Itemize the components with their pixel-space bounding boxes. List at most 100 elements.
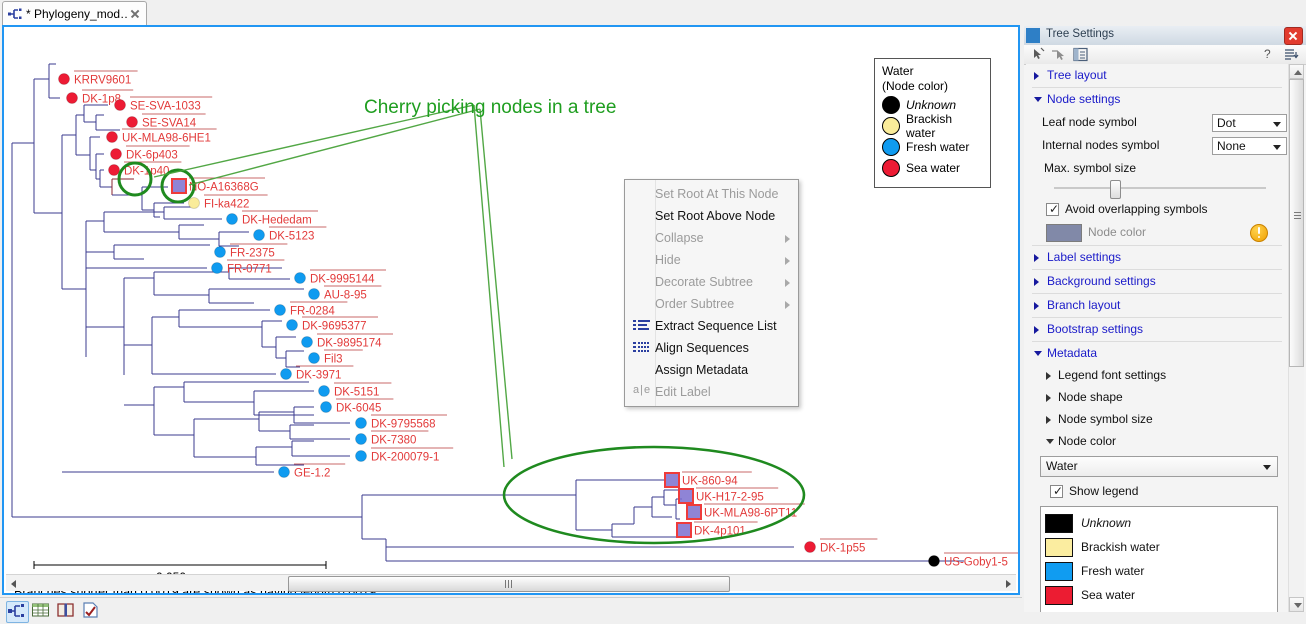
tree-node-marker[interactable] [67, 93, 78, 104]
tree-leaf-label[interactable]: UK-MLA98-6HE1 [122, 133, 211, 145]
context-menu-item[interactable]: Assign Metadata [625, 359, 798, 381]
subsection-node-symbol-size[interactable]: Node symbol size [1032, 409, 1282, 431]
row-avoid-overlapping[interactable]: ✓ Avoid overlapping symbols [1032, 199, 1282, 221]
horizontal-scroll-thumb[interactable] [288, 576, 730, 592]
section-node-settings[interactable]: Node settings [1032, 88, 1282, 111]
book-view-button[interactable] [56, 601, 77, 621]
subsection-node-shape[interactable]: Node shape [1032, 387, 1282, 409]
tree-node-marker[interactable] [227, 214, 238, 225]
tree-node-marker[interactable] [59, 74, 70, 85]
tree-leaf-label[interactable]: Fil3 [324, 354, 343, 366]
report-view-button[interactable] [81, 601, 102, 621]
panel-legend-color-swatch[interactable] [1045, 586, 1073, 605]
tree-leaf-label[interactable]: UK-H17-2-95 [696, 492, 764, 504]
tree-node-marker[interactable] [356, 451, 367, 462]
tree-leaf-label[interactable]: FR-2375 [230, 248, 275, 260]
max-symbol-size-slider[interactable] [1032, 177, 1282, 199]
tree-node-marker[interactable] [107, 132, 118, 143]
tree-node-marker[interactable] [127, 117, 138, 128]
cursor-deselect-icon[interactable] [1051, 47, 1068, 62]
node-color-swatch[interactable] [1046, 224, 1082, 242]
tree-node-marker[interactable] [295, 273, 306, 284]
panel-legend-item[interactable]: Fresh water [1045, 559, 1277, 583]
tree-node-marker[interactable] [111, 149, 122, 160]
tree-leaf-label[interactable]: US-Goby1-5 [944, 557, 1008, 569]
subsection-node-color[interactable]: Node color [1032, 431, 1282, 453]
tree-leaf-label[interactable]: GE-1.2 [294, 468, 330, 480]
section-metadata[interactable]: Metadata [1032, 342, 1282, 365]
slider-thumb[interactable] [1110, 180, 1121, 199]
tree-node-marker[interactable] [356, 418, 367, 429]
scroll-left-icon[interactable] [6, 575, 22, 591]
tree-node-marker[interactable] [929, 556, 940, 567]
tree-leaf-label[interactable]: DK-6p403 [126, 150, 178, 162]
tree-node-marker[interactable] [212, 263, 223, 274]
tree-view-button[interactable] [6, 601, 29, 623]
panel-legend-color-swatch[interactable] [1045, 514, 1073, 533]
tree-leaf-label[interactable]: UK-MLA98-6PT11 [704, 508, 797, 520]
panel-docking-icon[interactable] [1072, 47, 1089, 62]
context-menu-item[interactable]: Extract Sequence List [625, 315, 798, 337]
tree-node-marker[interactable] [319, 386, 330, 397]
tree-leaf-label[interactable]: FR-0284 [290, 306, 335, 318]
context-menu-item[interactable]: Set Root Above Node [625, 205, 798, 227]
leaf-node-symbol-select[interactable]: Dot [1212, 114, 1287, 132]
scroll-right-icon[interactable] [1000, 575, 1016, 591]
panel-legend-item[interactable]: Brackish water [1045, 535, 1277, 559]
tree-node-marker[interactable] [687, 505, 701, 519]
avoid-overlapping-checkbox[interactable]: ✓ [1046, 203, 1059, 216]
panel-legend-color-swatch[interactable] [1045, 538, 1073, 557]
tree-node-marker[interactable] [172, 179, 186, 193]
table-view-button[interactable] [31, 601, 52, 621]
panel-legend-item[interactable]: Unknown [1045, 511, 1277, 535]
show-legend-checkbox[interactable]: ✓ [1050, 485, 1063, 498]
tree-leaf-label[interactable]: AU-8-95 [324, 290, 367, 302]
tree-node-marker[interactable] [275, 305, 286, 316]
close-icon[interactable] [128, 7, 142, 21]
internal-nodes-symbol-select[interactable]: None [1212, 137, 1287, 155]
section-label-settings[interactable]: Label settings [1032, 245, 1282, 270]
tree-leaf-label[interactable]: DK-7380 [371, 435, 416, 447]
tree-leaf-label[interactable]: SE-SVA-1033 [130, 101, 201, 113]
tree-leaf-label[interactable]: FI-ka422 [204, 199, 249, 211]
tree-leaf-label[interactable]: UK-860-94 [682, 476, 738, 488]
node-context-menu[interactable]: Set Root At This NodeSet Root Above Node… [624, 179, 799, 407]
panel-scroll-thumb[interactable] [1289, 79, 1304, 367]
tree-leaf-label[interactable]: DK-6045 [336, 403, 381, 415]
tree-node-marker[interactable] [254, 230, 265, 241]
row-show-legend[interactable]: ✓ Show legend [1036, 481, 1282, 503]
context-menu-item[interactable]: Align Sequences [625, 337, 798, 359]
tree-node-marker[interactable] [287, 320, 298, 331]
metadata-node-color-select[interactable]: Water [1040, 456, 1278, 477]
section-background-settings[interactable]: Background settings [1032, 270, 1282, 294]
tree-node-marker[interactable] [302, 337, 313, 348]
tree-node-marker[interactable] [309, 289, 320, 300]
tree-leaf-label[interactable]: DK-5123 [269, 231, 314, 243]
tree-node-marker[interactable] [665, 473, 679, 487]
panel-vertical-scrollbar[interactable] [1288, 64, 1304, 612]
tree-leaf-label[interactable]: DK-5151 [334, 387, 379, 399]
tab-phylogeny[interactable]: * Phylogeny_mod… [2, 1, 147, 25]
subsection-legend-font-settings[interactable]: Legend font settings [1032, 365, 1282, 387]
tree-leaf-label[interactable]: DK-200079-1 [371, 452, 439, 464]
tree-node-marker[interactable] [109, 165, 120, 176]
tree-leaf-label[interactable]: DK-9895174 [317, 338, 382, 350]
scroll-down-icon[interactable] [1289, 597, 1304, 612]
tree-leaf-label[interactable]: NO-A16368G [189, 182, 259, 194]
tree-leaf-label[interactable]: DK-1p55 [820, 543, 865, 555]
tree-node-marker[interactable] [805, 542, 816, 553]
tree-leaf-label[interactable]: SE-SVA14 [142, 118, 197, 130]
help-icon[interactable]: ? [1264, 47, 1276, 62]
tree-node-marker[interactable] [215, 247, 226, 258]
cursor-select-icon[interactable] [1030, 47, 1047, 62]
panel-legend-color-swatch[interactable] [1045, 562, 1073, 581]
section-bootstrap-settings[interactable]: Bootstrap settings [1032, 318, 1282, 342]
tree-node-marker[interactable] [321, 402, 332, 413]
tree-canvas[interactable]: KRRV9601DK-1p8SE-SVA-1033SE-SVA14UK-MLA9… [4, 27, 1018, 593]
section-tree-layout[interactable]: Tree layout [1032, 64, 1282, 88]
tree-node-marker[interactable] [309, 353, 320, 364]
horizontal-scrollbar[interactable] [6, 574, 1016, 591]
tree-node-marker[interactable] [189, 198, 200, 209]
tree-node-marker[interactable] [281, 369, 292, 380]
tree-leaf-label[interactable]: DK-9995144 [310, 274, 375, 286]
